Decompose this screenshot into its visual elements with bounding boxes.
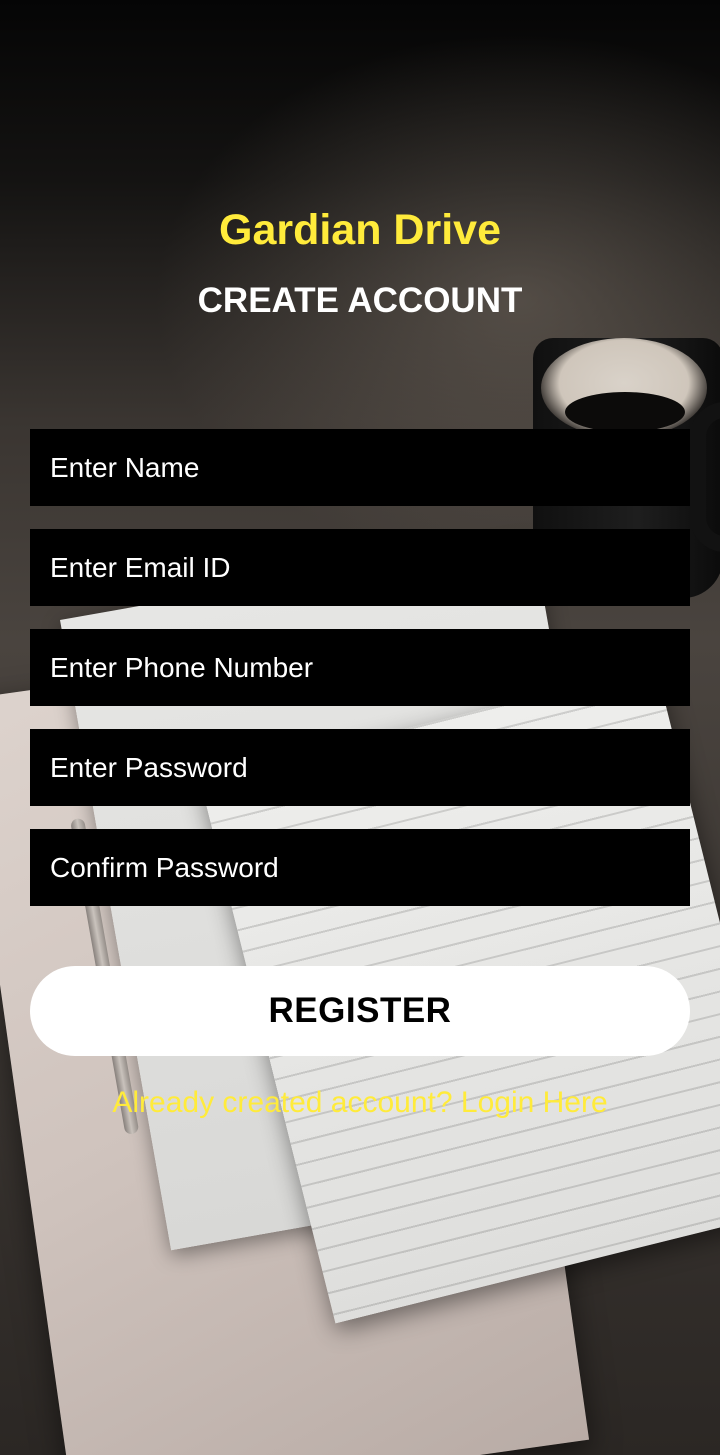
background-coffee xyxy=(565,392,685,432)
password-field[interactable] xyxy=(30,729,690,806)
name-field[interactable] xyxy=(30,429,690,506)
email-field[interactable] xyxy=(30,529,690,606)
page-title: CREATE ACCOUNT xyxy=(197,281,523,320)
phone-field[interactable] xyxy=(30,629,690,706)
confirm-password-field[interactable] xyxy=(30,829,690,906)
register-button[interactable]: REGISTER xyxy=(30,966,690,1056)
login-link[interactable]: Already created account? Login Here xyxy=(0,1082,720,1124)
background-mug-handle xyxy=(690,402,720,552)
app-title: Gardian Drive xyxy=(219,206,501,254)
register-screen: Gardian Drive CREATE ACCOUNT REGISTER Al… xyxy=(0,0,720,1455)
